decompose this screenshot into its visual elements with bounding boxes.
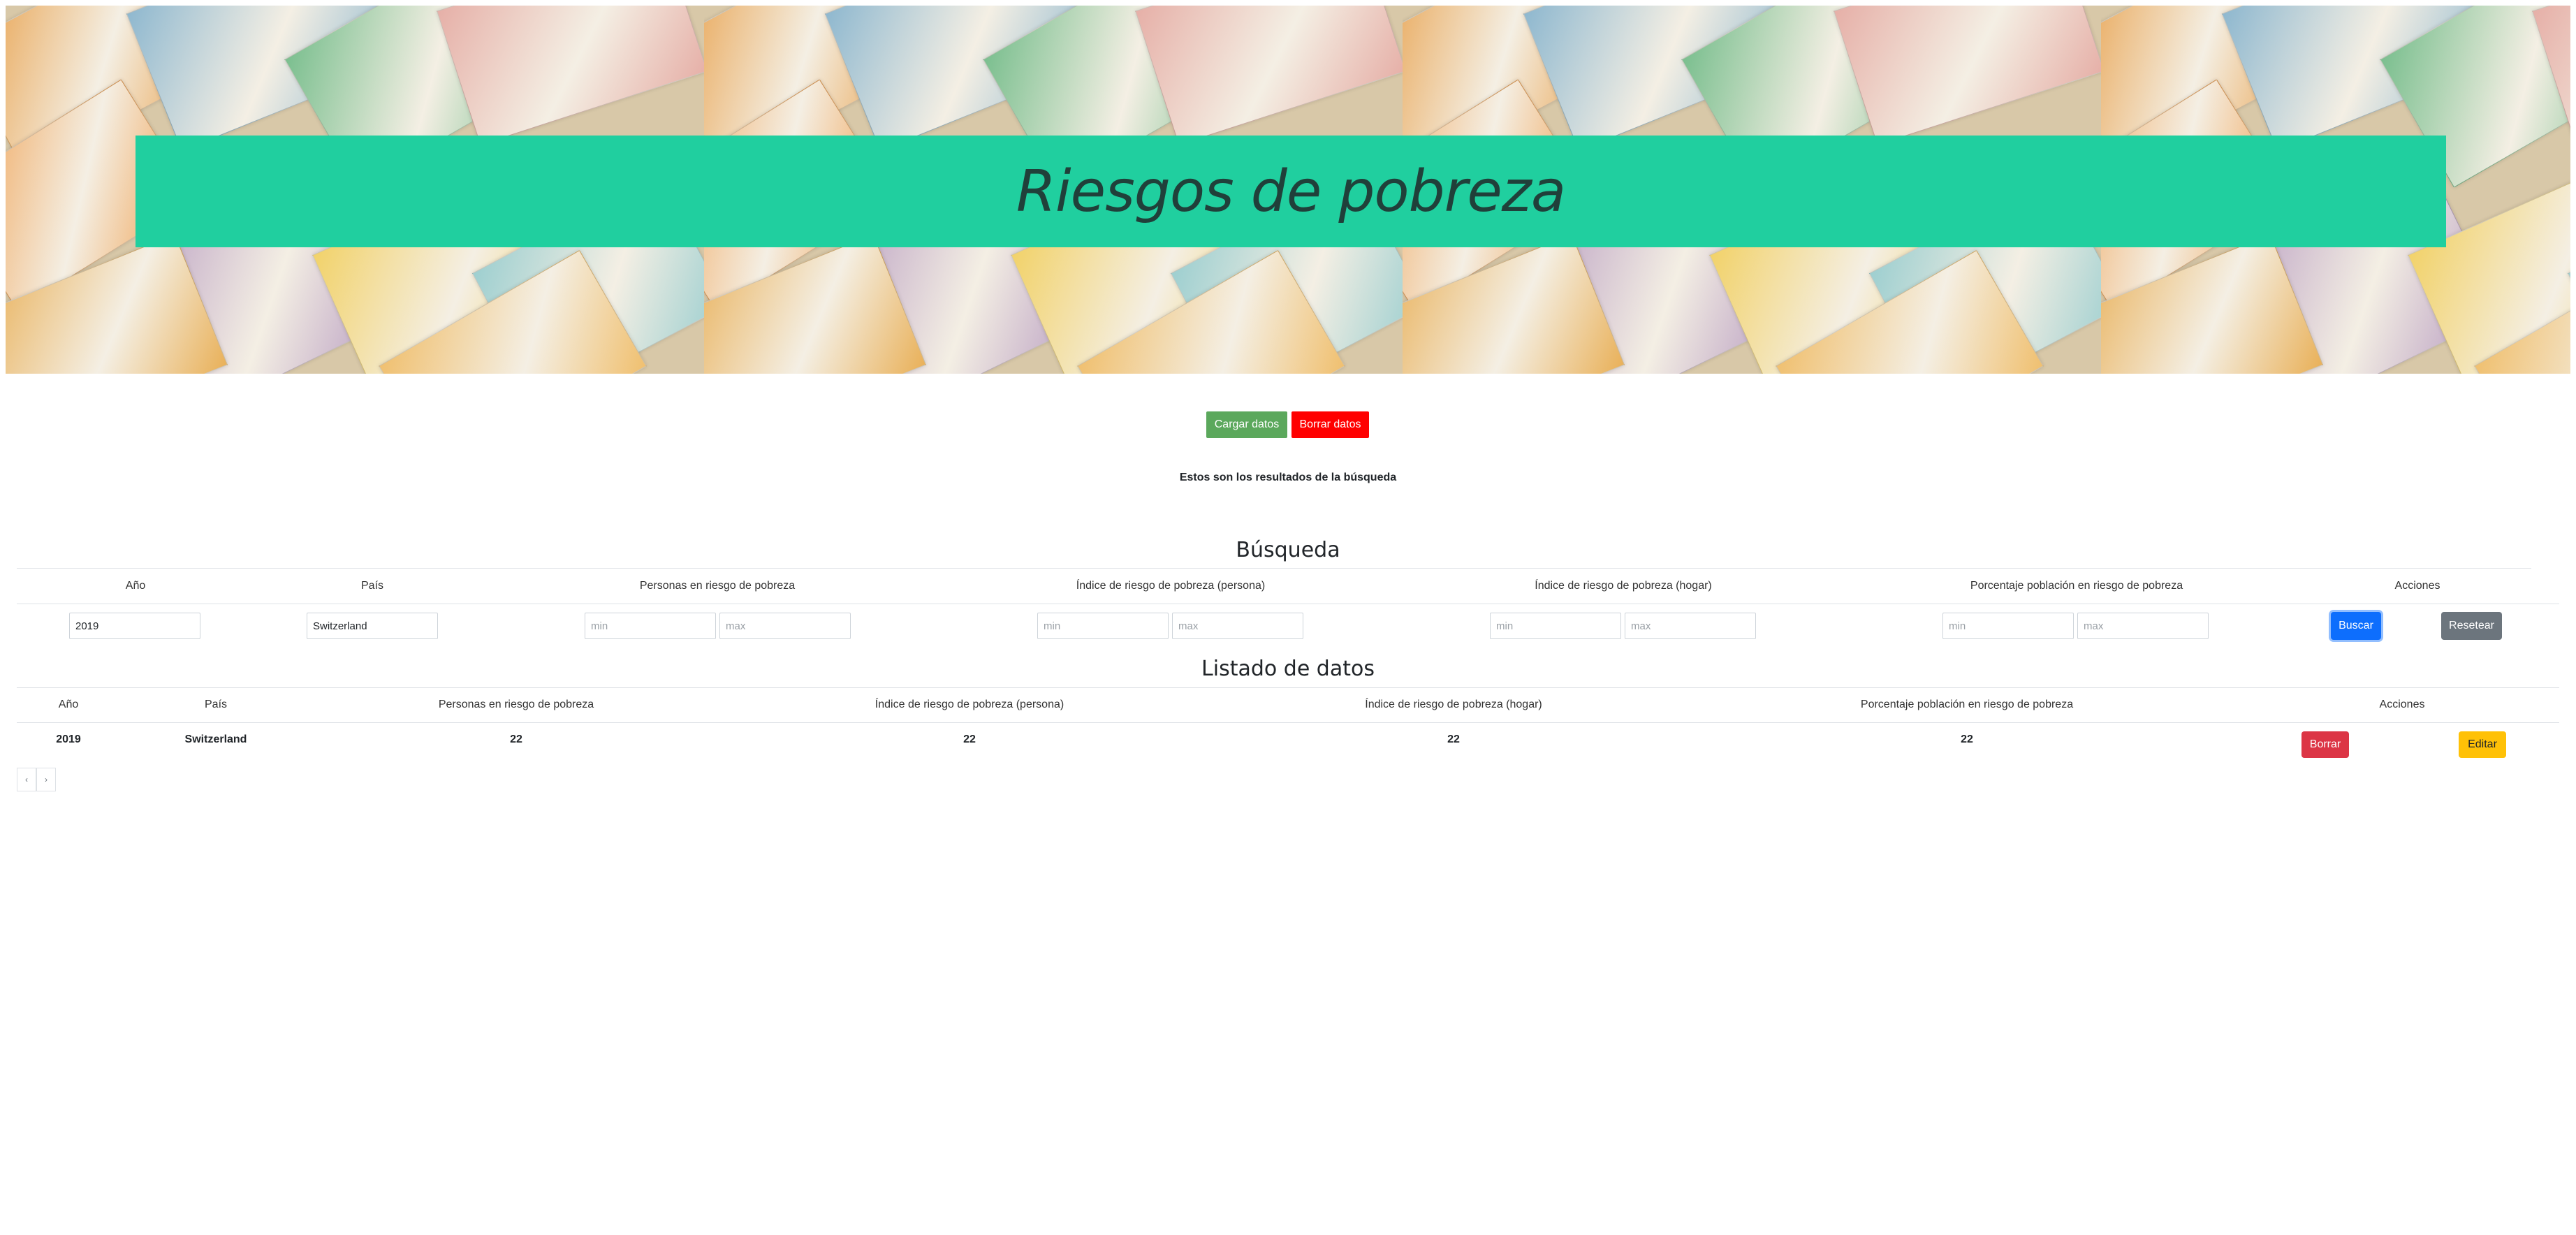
people-min-input[interactable]	[585, 613, 716, 639]
reset-button[interactable]: Resetear	[2441, 612, 2502, 640]
search-col-actions: Acciones	[2394, 580, 2440, 592]
list-col-index-home: Índice de riesgo de pobreza (hogar)	[1365, 699, 1542, 710]
delete-data-button[interactable]: Borrar datos	[1291, 411, 1369, 438]
list-col-year: Año	[58, 699, 79, 710]
list-title: Listado de datos	[1201, 657, 1375, 681]
search-col-people: Personas en riesgo de pobreza	[639, 580, 796, 592]
banknote-shape	[437, 6, 704, 145]
row-country: Switzerland	[184, 733, 247, 745]
list-col-index-person: Índice de riesgo de pobreza (persona)	[874, 699, 1064, 710]
search-col-country: País	[360, 580, 384, 592]
index-person-min-input[interactable]	[1037, 613, 1169, 639]
year-input[interactable]	[69, 613, 200, 639]
row-delete-button[interactable]: Borrar	[2301, 731, 2349, 758]
percent-max-input[interactable]	[2077, 613, 2209, 639]
search-col-index-person: Índice de riesgo de pobreza (persona)	[1076, 580, 1266, 592]
pagination-next-button[interactable]: ›	[36, 768, 56, 791]
country-input[interactable]	[307, 613, 438, 639]
row-index-person: 22	[963, 733, 976, 745]
search-col-year: Año	[125, 580, 146, 592]
results-message: Estos son los resultados de la búsqueda	[1179, 472, 1397, 483]
list-col-actions: Acciones	[2379, 699, 2425, 710]
banknote-shape	[1834, 6, 2101, 145]
page-title: Riesgos de pobreza	[1016, 158, 1566, 225]
load-data-button[interactable]: Cargar datos	[1206, 411, 1287, 438]
pagination-prev-button[interactable]: ‹	[17, 768, 36, 791]
divider	[17, 722, 2559, 723]
list-col-country: País	[204, 699, 228, 710]
people-max-input[interactable]	[719, 613, 851, 639]
row-edit-button[interactable]: Editar	[2459, 731, 2506, 758]
title-banner: Riesgos de pobreza	[136, 136, 2446, 247]
search-col-percent: Porcentaje población en riesgo de pobrez…	[1970, 580, 2183, 592]
row-percent: 22	[1961, 733, 1973, 745]
list-col-percent: Porcentaje población en riesgo de pobrez…	[1860, 699, 2074, 710]
percent-min-input[interactable]	[1942, 613, 2074, 639]
banknote-shape	[1135, 6, 1403, 145]
index-home-min-input[interactable]	[1490, 613, 1621, 639]
search-col-index-home: Índice de riesgo de pobreza (hogar)	[1535, 580, 1712, 592]
divider	[17, 687, 2559, 688]
hero-banner-image: Riesgos de pobreza	[6, 6, 2570, 374]
index-person-max-input[interactable]	[1172, 613, 1303, 639]
search-title: Búsqueda	[1236, 538, 1340, 562]
list-col-people: Personas en riesgo de pobreza	[438, 699, 594, 710]
search-button[interactable]: Buscar	[2331, 612, 2381, 640]
index-home-max-input[interactable]	[1625, 613, 1756, 639]
row-index-home: 22	[1447, 733, 1460, 745]
row-year: 2019	[56, 733, 81, 745]
row-people: 22	[510, 733, 522, 745]
divider	[17, 568, 2531, 569]
